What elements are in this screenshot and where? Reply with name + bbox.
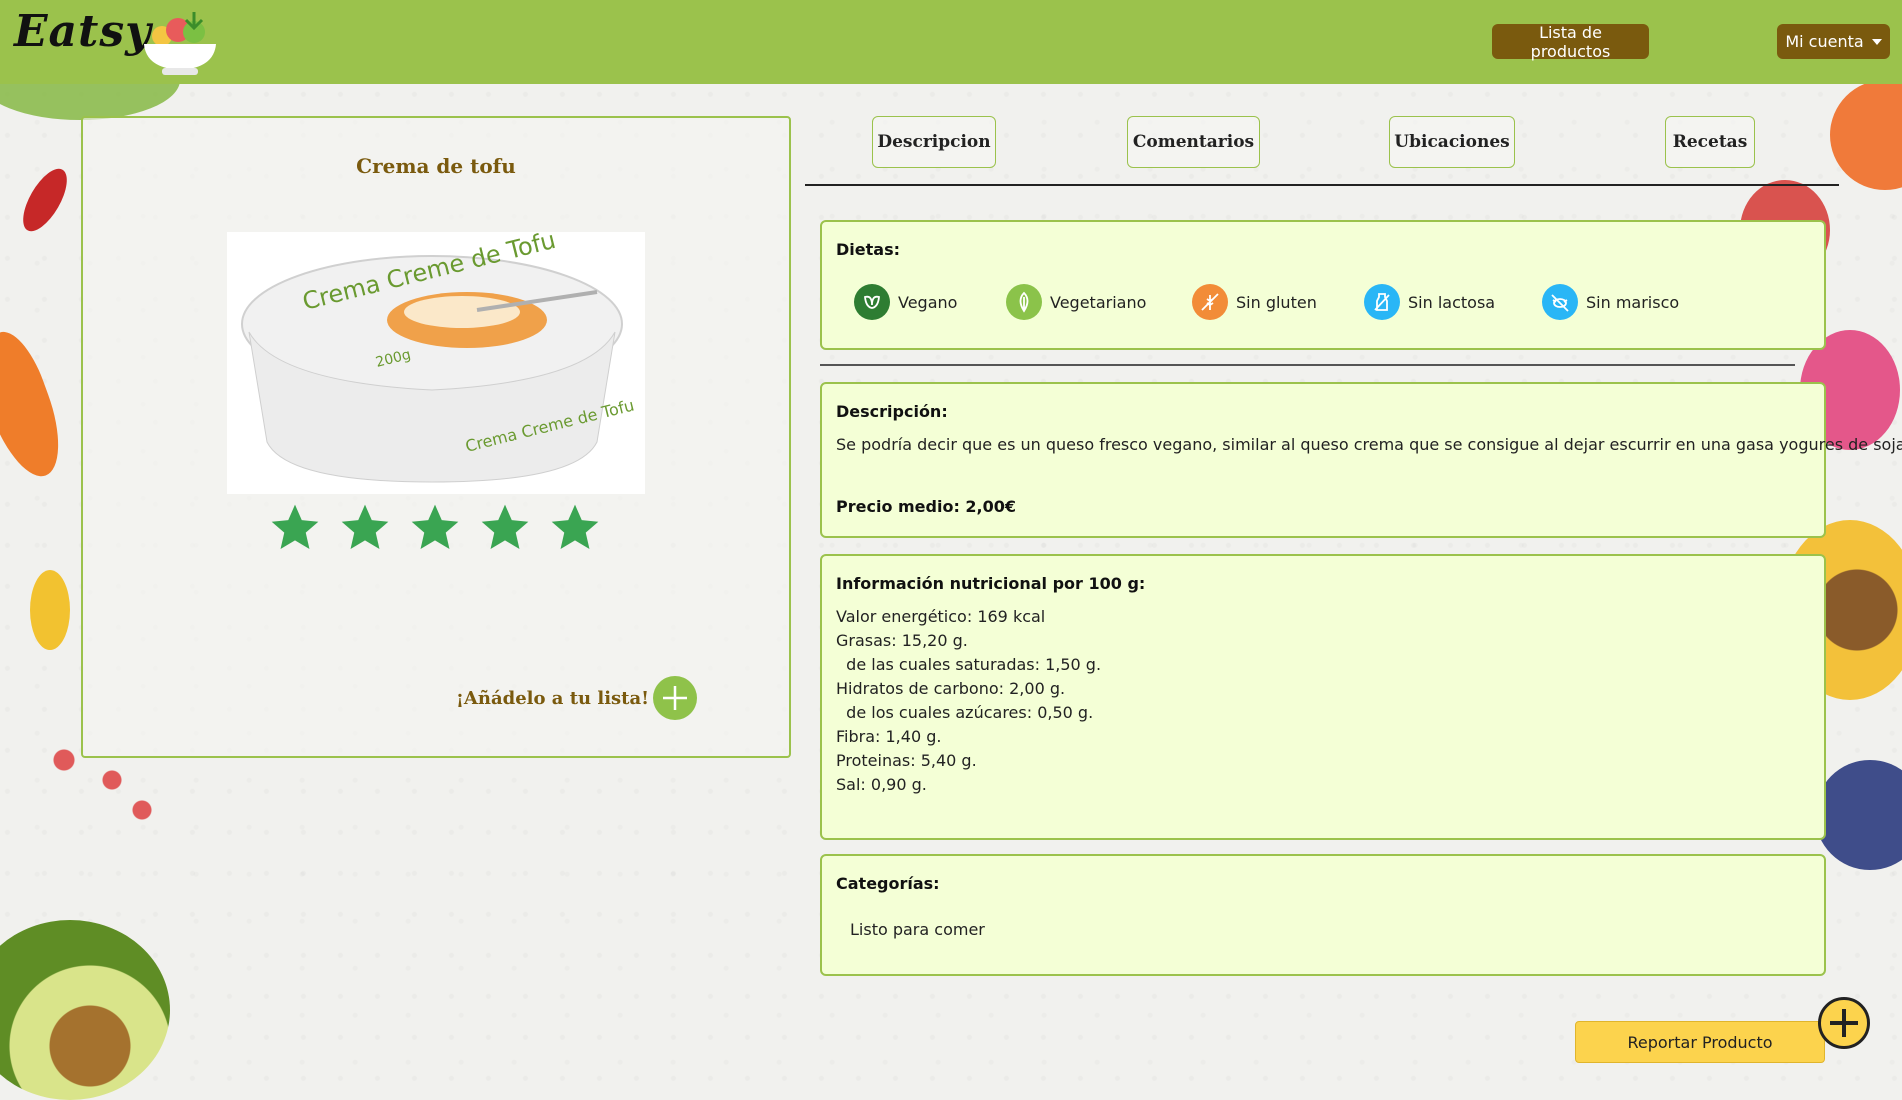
tab-comentarios[interactable]: Comentarios	[1127, 116, 1260, 168]
brand-logo[interactable]: Eatsy	[14, 6, 152, 57]
carrot-decoration	[0, 324, 74, 486]
salad-bowl-icon	[144, 12, 216, 75]
diet-label: Sin gluten	[1236, 292, 1317, 312]
star-icon[interactable]	[547, 500, 603, 556]
nutrition-line: de las cuales saturadas: 1,50 g.	[836, 655, 1102, 674]
diet-vegetariano: Vegetariano	[1006, 284, 1146, 320]
diet-sin-lactosa: Sin lactosa	[1364, 284, 1495, 320]
categories-panel: Categorías: Listo para comer	[820, 854, 1826, 976]
leaf-icon	[1006, 284, 1042, 320]
nutrition-line: de los cuales azúcares: 0,50 g.	[836, 703, 1094, 722]
star-icon[interactable]	[267, 500, 323, 556]
tab-descripcion[interactable]: Descripcion	[872, 116, 996, 168]
nutrition-line: Valor energético: 169 kcal	[836, 607, 1046, 626]
diet-label: Sin marisco	[1586, 292, 1680, 312]
add-to-list-label: ¡Añádelo a tu lista!	[456, 687, 650, 709]
tab-ubicaciones[interactable]: Ubicaciones	[1389, 116, 1515, 168]
nutrition-panel: Información nutricional por 100 g: Valor…	[820, 554, 1826, 840]
account-dropdown-button[interactable]: Mi cuenta	[1777, 24, 1890, 59]
section-divider	[820, 364, 1795, 366]
add-to-list-button[interactable]	[653, 676, 698, 720]
nutrition-line: Proteinas: 5,40 g.	[836, 751, 977, 770]
category-item[interactable]: Listo para comer	[850, 920, 985, 939]
plus-icon	[1830, 1009, 1858, 1037]
star-icon[interactable]	[337, 500, 393, 556]
gluten-free-icon	[1192, 284, 1228, 320]
description-text: Se podría decir que es un queso fresco v…	[836, 435, 1902, 454]
plus-icon	[663, 686, 688, 710]
tofu-container-image: Crema Creme de Tofu Crema Creme de Tofu …	[241, 226, 636, 483]
chili-decoration	[14, 162, 76, 238]
tabs-divider	[805, 184, 1839, 186]
star-icon[interactable]	[477, 500, 533, 556]
diet-sin-marisco: Sin marisco	[1542, 284, 1679, 320]
average-price: Precio medio: 2,00€	[836, 497, 1017, 516]
diet-label: Sin lactosa	[1408, 292, 1496, 312]
diet-sin-gluten: Sin gluten	[1192, 284, 1317, 320]
products-list-button[interactable]: Lista de productos	[1492, 23, 1649, 61]
nutrition-line: Grasas: 15,20 g.	[836, 631, 968, 650]
nutrition-line: Sal: 0,90 g.	[836, 775, 927, 794]
fig-decoration	[1815, 760, 1902, 870]
seafood-free-icon	[1542, 284, 1578, 320]
tab-recetas[interactable]: Recetas	[1665, 116, 1755, 168]
star-icon[interactable]	[407, 500, 463, 556]
rating-stars	[267, 500, 603, 556]
product-card: Crema de tofu Crema Creme de Tofu Crema …	[81, 116, 791, 758]
account-button-label: Mi cuenta	[1785, 32, 1864, 51]
nutrition-line: Fibra: 1,40 g.	[836, 727, 942, 746]
diet-vegano: Vegano	[854, 284, 957, 320]
diets-panel: Dietas: Vegano Vegetariano Sin gluten Si…	[820, 220, 1826, 350]
floating-add-button[interactable]	[1818, 997, 1870, 1049]
orange-decoration	[1830, 80, 1902, 190]
product-image: Crema Creme de Tofu Crema Creme de Tofu …	[227, 226, 645, 494]
corn-decoration	[30, 570, 70, 650]
diets-label: Dietas:	[836, 240, 900, 259]
nutrition-label: Información nutricional por 100 g:	[836, 574, 1146, 593]
navbar: Eatsy Lista de productos Mi cuenta	[0, 0, 1902, 84]
report-product-button[interactable]: Reportar Producto	[1575, 1021, 1825, 1063]
diet-label: Vegetariano	[1050, 292, 1147, 312]
description-label: Descripción:	[836, 402, 948, 421]
chevron-down-icon	[1871, 38, 1882, 45]
diet-label: Vegano	[898, 292, 958, 312]
add-to-list-row: ¡Añádelo a tu lista!	[456, 676, 698, 720]
avocado-half-decoration	[0, 920, 170, 1100]
categories-label: Categorías:	[836, 874, 940, 893]
lactose-free-icon	[1364, 284, 1400, 320]
vegan-icon	[854, 284, 890, 320]
product-title: Crema de tofu	[356, 154, 516, 178]
description-panel: Descripción: Se podría decir que es un q…	[820, 382, 1902, 538]
nutrition-line: Hidratos de carbono: 2,00 g.	[836, 679, 1066, 698]
